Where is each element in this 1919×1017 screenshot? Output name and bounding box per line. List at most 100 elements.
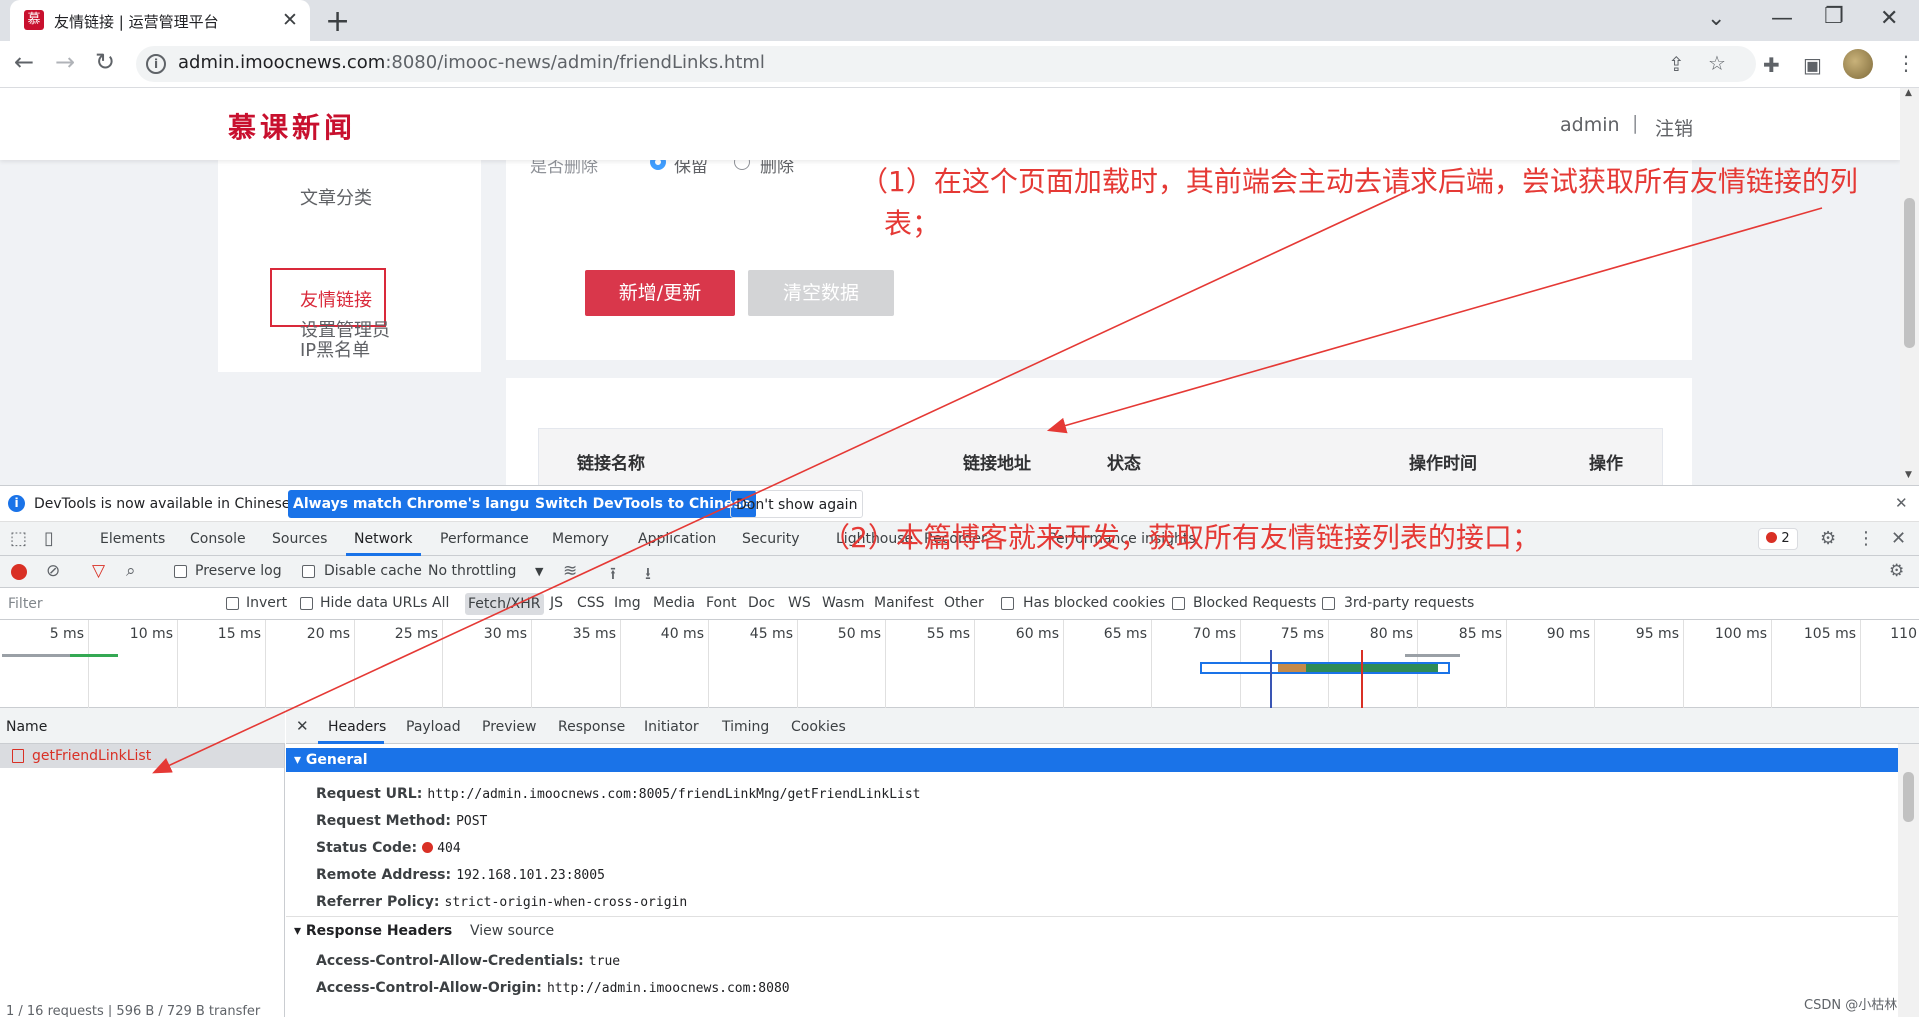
site-info-icon[interactable]: i <box>146 54 166 74</box>
dont-show-again-button[interactable]: Don't show again <box>730 490 864 518</box>
logout-link[interactable]: 注销 <box>1655 114 1693 141</box>
filter-funnel-icon[interactable]: ▽ <box>92 561 105 581</box>
settings-gear-icon[interactable]: ⚙ <box>1820 528 1836 549</box>
request-summary: 1 / 16 requests | 596 B / 729 B transfer <box>6 1004 261 1017</box>
filter-type-other[interactable]: Other <box>944 595 984 611</box>
detail-tab-timing[interactable]: Timing <box>722 719 769 735</box>
network-conditions-icon[interactable]: ≋ <box>563 561 577 581</box>
invert-label: Invert <box>246 595 288 611</box>
tab-sources[interactable]: Sources <box>272 531 327 547</box>
hide-data-urls-checkbox[interactable] <box>300 597 313 610</box>
waterfall-stalled-bar <box>1278 664 1306 672</box>
match-language-button[interactable]: Always match Chrome's language <box>288 490 564 518</box>
network-toolbar: ⊘ ▽ ⌕ Preserve log Disable cache No thro… <box>0 556 1919 588</box>
back-icon[interactable]: ← <box>14 48 34 76</box>
side-panel-icon[interactable]: ▣ <box>1803 53 1822 77</box>
tab-search-chevron-icon[interactable]: ⌄ <box>1707 6 1725 31</box>
tab-memory[interactable]: Memory <box>552 531 609 547</box>
general-section-header[interactable]: ▾ General <box>286 748 1898 772</box>
tab-performance[interactable]: Performance <box>440 531 529 547</box>
detail-tab-headers[interactable]: Headers <box>328 719 386 735</box>
detail-tab-cookies[interactable]: Cookies <box>791 719 846 735</box>
network-settings-gear-icon[interactable]: ⚙ <box>1889 561 1904 581</box>
detail-tab-payload[interactable]: Payload <box>406 719 461 735</box>
throttling-select[interactable]: No throttling <box>428 563 516 579</box>
page-scrollbar-thumb[interactable] <box>1904 198 1915 348</box>
request-row[interactable]: getFriendLinkList <box>0 744 284 768</box>
devtools-close-icon[interactable]: ✕ <box>1891 528 1906 549</box>
scroll-down-icon[interactable]: ▼ <box>1905 470 1912 480</box>
clear-data-button[interactable]: 清空数据 <box>748 270 894 316</box>
import-har-icon[interactable]: ⭱ <box>610 561 616 590</box>
tab-application[interactable]: Application <box>638 531 716 547</box>
filter-type-js[interactable]: JS <box>550 595 563 611</box>
clear-log-icon[interactable]: ⊘ <box>46 561 60 581</box>
detail-scrollbar-thumb[interactable] <box>1903 772 1914 822</box>
inspect-element-icon[interactable]: ⬚ <box>10 528 27 549</box>
error-count-badge[interactable]: 2 <box>1758 528 1798 550</box>
address-bar[interactable]: i admin.imoocnews.com:8080/imooc-news/ad… <box>136 46 1756 82</box>
search-icon[interactable]: ⌕ <box>126 561 136 581</box>
filter-type-fetch-xhr[interactable]: Fetch/XHR <box>465 593 544 615</box>
filter-type-manifest[interactable]: Manifest <box>874 595 934 611</box>
blocked-cookies-checkbox[interactable] <box>1001 597 1014 610</box>
switch-to-chinese-button[interactable]: Switch DevTools to Chinese <box>530 490 757 518</box>
detail-scrollbar[interactable] <box>1898 744 1919 1017</box>
chrome-menu-icon[interactable]: ⋮ <box>1896 51 1916 75</box>
filter-type-doc[interactable]: Doc <box>748 595 775 611</box>
minimize-icon[interactable]: — <box>1771 6 1793 31</box>
sidenav-item-set-admin[interactable]: 设置管理员 <box>300 316 390 342</box>
share-icon[interactable]: ⇪ <box>1668 52 1685 76</box>
forward-icon[interactable]: → <box>55 48 75 76</box>
devtools-menu-icon[interactable]: ⋮ <box>1857 528 1875 549</box>
tab-network[interactable]: Network <box>354 531 412 547</box>
profile-avatar[interactable] <box>1843 49 1873 79</box>
extensions-puzzle-icon[interactable]: ✚ <box>1763 53 1780 77</box>
network-waterfall-overview[interactable]: 5 ms 10 ms 15 ms 20 ms 25 ms 30 ms 35 ms 40 ms 4… <box>0 620 1919 708</box>
detail-tab-response[interactable]: Response <box>558 719 625 735</box>
scroll-up-icon[interactable]: ▲ <box>1905 88 1912 98</box>
device-toolbar-icon[interactable]: ▯ <box>44 528 54 549</box>
filter-type-media[interactable]: Media <box>653 595 695 611</box>
tab-close-icon[interactable]: ✕ <box>282 9 298 31</box>
export-har-icon[interactable]: ⭳ <box>645 561 651 590</box>
site-logo[interactable]: 慕课新闻 <box>228 106 356 146</box>
reload-icon[interactable]: ↻ <box>95 48 115 76</box>
name-column-header[interactable]: Name <box>0 708 285 744</box>
window-close-icon[interactable]: ✕ <box>1880 6 1898 31</box>
detail-close-icon[interactable]: ✕ <box>296 717 309 735</box>
invert-checkbox[interactable] <box>226 597 239 610</box>
filter-type-all[interactable]: All <box>432 595 449 611</box>
preserve-log-checkbox[interactable] <box>174 565 187 578</box>
filter-type-font[interactable]: Font <box>706 595 736 611</box>
detail-tab-initiator[interactable]: Initiator <box>644 719 699 735</box>
detail-tab-preview[interactable]: Preview <box>482 719 537 735</box>
browser-tab[interactable]: 慕 友情链接 | 运营管理平台 ✕ <box>10 0 310 41</box>
waterfall-bar <box>2 654 70 657</box>
response-headers-title[interactable]: ▾ Response Headers <box>294 923 452 939</box>
view-source-link[interactable]: View source <box>470 923 554 939</box>
page-scrollbar[interactable]: ▲ ▼ <box>1900 88 1919 485</box>
tab-console[interactable]: Console <box>190 531 246 547</box>
blocked-requests-checkbox[interactable] <box>1172 597 1185 610</box>
throttling-dropdown-icon[interactable]: ▼ <box>535 565 543 578</box>
save-update-button[interactable]: 新增/更新 <box>585 270 735 316</box>
restore-icon[interactable]: ❐ <box>1824 4 1844 29</box>
third-party-checkbox[interactable] <box>1322 597 1335 610</box>
tab-security[interactable]: Security <box>742 531 800 547</box>
filter-type-ws[interactable]: WS <box>788 595 811 611</box>
filter-type-img[interactable]: Img <box>614 595 641 611</box>
timeline-gridline <box>708 620 709 708</box>
infobar-close-icon[interactable]: ✕ <box>1895 494 1908 512</box>
filter-input[interactable]: Filter <box>4 593 208 615</box>
record-icon[interactable] <box>11 564 27 580</box>
sidenav-item-article-category[interactable]: 文章分类 <box>300 184 372 210</box>
bookmark-star-icon[interactable]: ☆ <box>1708 51 1726 75</box>
tab-elements[interactable]: Elements <box>100 531 165 547</box>
new-tab-icon[interactable]: + <box>325 4 350 39</box>
browser-tab-strip: 慕 友情链接 | 运营管理平台 ✕ + ⌄ — ❐ ✕ <box>0 0 1919 41</box>
disable-cache-checkbox[interactable] <box>302 565 315 578</box>
filter-type-css[interactable]: CSS <box>577 595 605 611</box>
sidenav-item-friend-links[interactable]: 友情链接 <box>300 286 372 312</box>
filter-type-wasm[interactable]: Wasm <box>822 595 864 611</box>
